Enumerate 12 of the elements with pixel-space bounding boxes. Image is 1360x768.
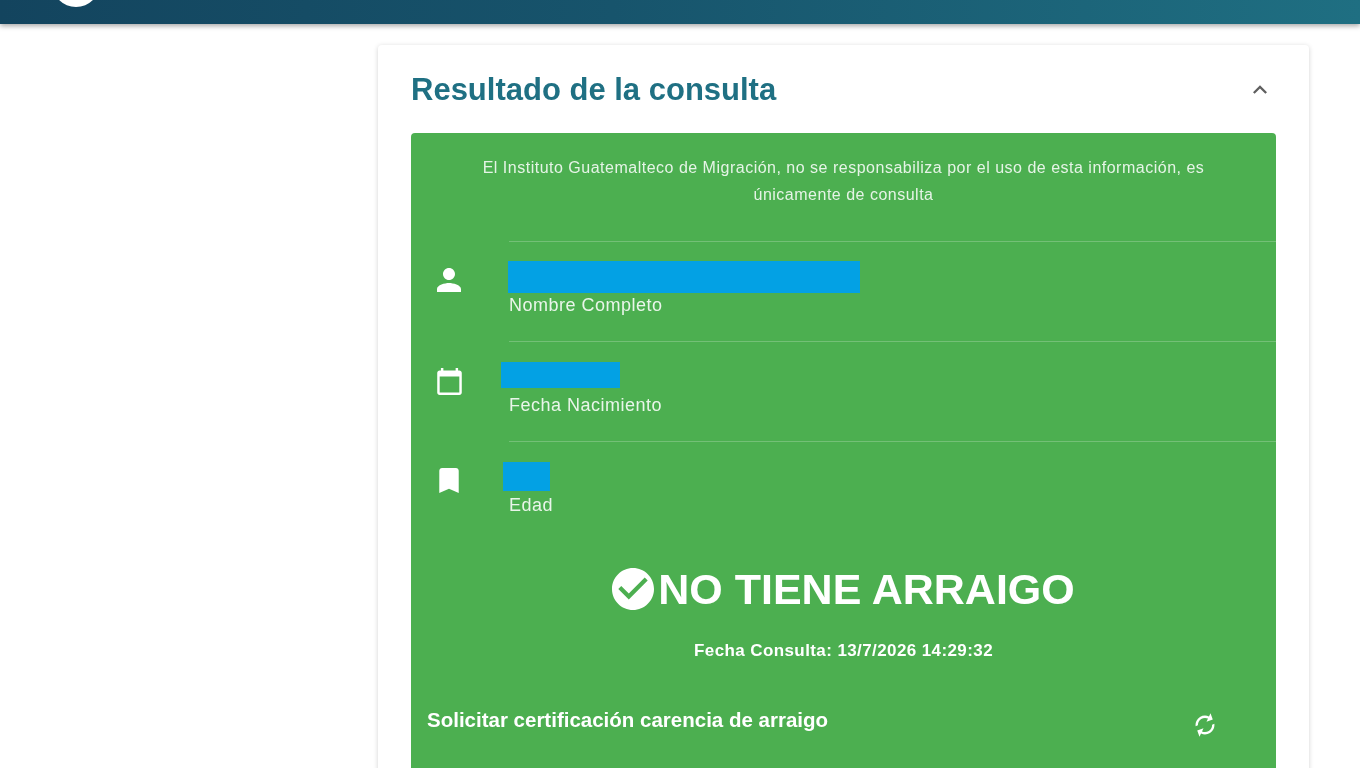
field-label: Fecha Nacimiento (509, 395, 663, 416)
card-title: Resultado de la consulta (411, 71, 777, 108)
person-icon (437, 268, 461, 292)
calendar-icon (436, 368, 462, 395)
field-label: Edad (509, 495, 554, 516)
bookmark-icon (439, 468, 459, 493)
field-label: Nombre Completo (509, 295, 663, 316)
query-date: Fecha Consulta: 13/7/2026 14:29:32 (694, 641, 993, 660)
certification-link[interactable]: Solicitar certificación carencia de arraigo (427, 708, 829, 732)
disclaimer-text: El Instituto Guatemalteco de Migración, no se responsabiliza por el uso de esta información, es únicamente de consulta (481, 158, 1206, 205)
result-status: NO TIENE ARRAIGO (658, 566, 1075, 612)
chevron-up-icon[interactable] (1253, 84, 1267, 94)
